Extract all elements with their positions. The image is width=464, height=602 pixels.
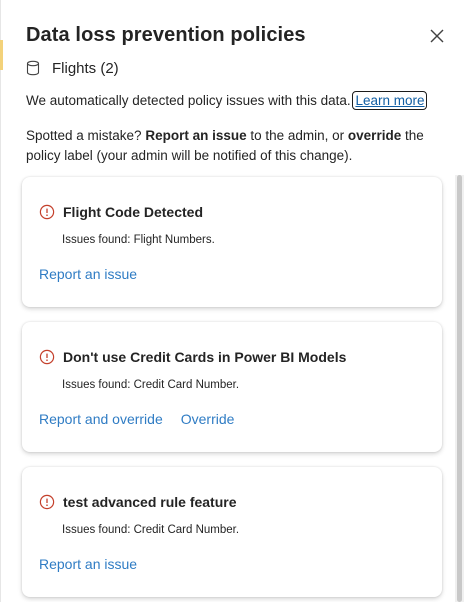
policy-card: Don't use Credit Cards in Power BI Model…	[22, 322, 442, 452]
warning-icon	[39, 349, 55, 365]
report-issue-link[interactable]: Report an issue	[39, 266, 137, 282]
policy-title: Don't use Credit Cards in Power BI Model…	[63, 349, 347, 365]
policy-card-header: Don't use Credit Cards in Power BI Model…	[39, 349, 346, 365]
mistake-prefix: Spotted a mistake?	[26, 128, 146, 143]
description: We automatically detected policy issues …	[26, 91, 446, 110]
report-and-override-link[interactable]: Report and override	[39, 411, 163, 427]
policy-title: test advanced rule feature	[63, 494, 237, 510]
warning-icon	[39, 494, 55, 510]
scrollbar-thumb[interactable]	[457, 175, 462, 602]
policy-card: test advanced rule feature Issues found:…	[22, 467, 442, 597]
learn-more-link[interactable]: Learn more	[352, 91, 428, 110]
policy-card: Flight Code Detected Issues found: Fligh…	[22, 177, 442, 307]
database-icon	[26, 60, 40, 76]
policy-card-header: test advanced rule feature	[39, 494, 237, 510]
dlp-panel: Data loss prevention policies Flights (2…	[0, 0, 464, 602]
report-issue-link[interactable]: Report an issue	[39, 556, 137, 572]
policy-actions: Report an issue	[39, 556, 137, 572]
policy-issues: Issues found: Credit Card Number.	[62, 524, 240, 536]
panel-title: Data loss prevention policies	[26, 24, 306, 46]
mistake-text: Spotted a mistake? Report an issue to th…	[26, 126, 446, 166]
close-button[interactable]	[426, 25, 448, 47]
dlp-window: Data loss prevention policies Flights (2…	[0, 0, 464, 602]
warning-icon	[39, 204, 55, 220]
description-text: We automatically detected policy issues …	[26, 93, 351, 108]
dataset-row: Flights (2)	[26, 58, 119, 78]
override-link[interactable]: Override	[181, 411, 235, 427]
close-icon[interactable]	[426, 25, 448, 47]
policy-actions: Report and override Override	[39, 411, 234, 427]
policy-title: Flight Code Detected	[63, 204, 204, 220]
policy-actions: Report an issue	[39, 266, 137, 282]
mistake-override-bold: override	[347, 128, 402, 143]
policy-card-header: Flight Code Detected	[39, 204, 203, 220]
policy-issues: Issues found: Credit Card Number.	[62, 379, 240, 391]
mistake-middle: to the admin, or	[246, 128, 348, 143]
mistake-report-bold: Report an issue	[145, 128, 247, 143]
policy-issues: Issues found: Flight Numbers.	[62, 234, 215, 246]
policy-list[interactable]: Flight Code Detected Issues found: Fligh…	[12, 172, 452, 602]
dataset-name: Flights (2)	[52, 59, 119, 77]
